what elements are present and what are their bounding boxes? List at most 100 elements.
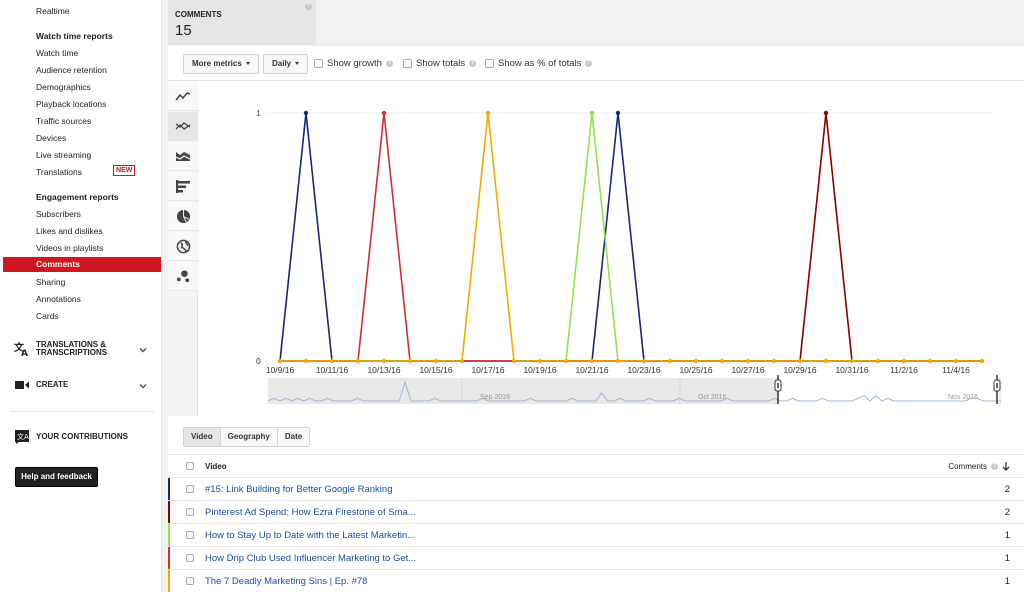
x-tick-label: 10/29/16	[783, 365, 816, 375]
data-point	[563, 358, 569, 364]
sidebar-item-watch-time[interactable]: Watch time	[36, 48, 78, 58]
data-point	[797, 358, 803, 364]
sidebar-header-engagement-reports[interactable]: Engagement reports	[36, 192, 119, 202]
data-point	[355, 358, 361, 364]
table-row: How Drip Club Used Influencer Marketing …	[168, 546, 1024, 569]
sidebar-item-likes-dislikes[interactable]: Likes and dislikes	[36, 226, 103, 236]
data-point	[277, 358, 283, 364]
sidebar-item-live-streaming[interactable]: Live streaming	[36, 150, 91, 160]
x-tick-label: 10/31/16	[835, 365, 868, 375]
sidebar-item-translations[interactable]: Translations	[36, 167, 82, 177]
help-and-feedback-button[interactable]: Help and feedback	[15, 467, 98, 487]
x-tick-label: 10/27/16	[731, 365, 764, 375]
row-checkbox[interactable]	[186, 485, 194, 493]
x-tick-label: 11/4/16	[942, 365, 970, 375]
x-tick-label: 10/13/16	[367, 365, 400, 375]
row-checkbox[interactable]	[186, 577, 194, 585]
comments-count: 2	[1004, 484, 1010, 495]
sidebar-item-cards[interactable]: Cards	[36, 311, 59, 321]
help-icon[interactable]: ?	[305, 3, 312, 10]
contributions-icon: 文A	[15, 430, 29, 444]
sidebar-item-annotations[interactable]: Annotations	[36, 294, 81, 304]
x-tick-label: 10/21/16	[575, 365, 608, 375]
section-your-contributions[interactable]: YOUR CONTRIBUTIONS	[36, 433, 128, 441]
section-translations-transcriptions[interactable]: TRANSLATIONS & TRANSCRIPTIONS	[36, 341, 107, 357]
row-checkbox[interactable]	[186, 531, 194, 539]
data-point	[329, 358, 335, 364]
video-title-link[interactable]: Pinterest Ad Spend: How Ezra Firestone o…	[205, 507, 416, 518]
data-point	[303, 358, 309, 364]
sidebar-item-demographics[interactable]: Demographics	[36, 82, 91, 92]
series-color-swatch	[168, 547, 170, 569]
tab-video[interactable]: Video	[184, 428, 221, 446]
data-point	[641, 358, 647, 364]
sidebar-item-subscribers[interactable]: Subscribers	[36, 209, 81, 219]
sidebar-item-audience-retention[interactable]: Audience retention	[36, 65, 107, 75]
video-title-link[interactable]: #15: Link Building for Better Google Ran…	[205, 484, 392, 495]
sidebar-item-realtime[interactable]: Realtime	[36, 6, 70, 16]
data-point	[667, 358, 673, 364]
column-header-video: Video	[205, 462, 227, 471]
x-tick-label: 10/11/16	[316, 365, 349, 375]
data-point	[303, 110, 309, 116]
tab-geography[interactable]: Geography	[220, 428, 278, 446]
series-color-swatch	[168, 524, 170, 546]
data-point	[719, 358, 725, 364]
video-title-link[interactable]: How to Stay Up to Date with the Latest M…	[205, 530, 415, 541]
sort-arrow-down-icon	[1002, 462, 1010, 471]
sidebar-item-traffic-sources[interactable]: Traffic sources	[36, 116, 91, 126]
chevron-down-icon[interactable]	[138, 345, 148, 355]
sidebar-header-watch-time-reports[interactable]: Watch time reports	[36, 31, 113, 41]
comments-count: 1	[1004, 530, 1010, 541]
series-color-swatch	[168, 478, 170, 500]
sidebar-item-comments[interactable]: Comments	[3, 257, 161, 272]
y-tick-label: 0	[256, 356, 261, 366]
table-row: Pinterest Ad Spend: How Ezra Firestone o…	[168, 500, 1024, 523]
metric-card-comments[interactable]: COMMENTS 15 ?	[168, 0, 316, 45]
data-point	[745, 358, 751, 364]
section-create[interactable]: CREATE	[36, 381, 68, 389]
x-tick-label: 10/25/16	[679, 365, 712, 375]
data-point	[511, 358, 517, 364]
video-title-link[interactable]: How Drip Club Used Influencer Marketing …	[205, 553, 416, 564]
data-point	[433, 358, 439, 364]
select-all-checkbox[interactable]	[186, 462, 194, 470]
sidebar-item-sharing[interactable]: Sharing	[36, 277, 65, 287]
x-tick-label: 10/17/16	[471, 365, 504, 375]
data-point	[849, 358, 855, 364]
metric-label: COMMENTS	[175, 10, 222, 19]
column-header-comments[interactable]: Comments ?	[948, 462, 1010, 471]
series-color-swatch	[168, 570, 170, 592]
svg-text:文A: 文A	[17, 432, 29, 441]
row-checkbox[interactable]	[186, 508, 194, 516]
chevron-down-icon[interactable]	[138, 381, 148, 391]
column-header-comments-label: Comments	[948, 462, 987, 471]
video-title-link[interactable]: The 7 Deadly Marketing Sins | Ep. #78	[205, 576, 367, 587]
sidebar-item-videos-in-playlists[interactable]: Videos in playlists	[36, 243, 103, 253]
data-point	[485, 110, 491, 116]
data-point	[381, 110, 387, 116]
sidebar-divider	[10, 411, 154, 412]
video-camera-icon	[15, 381, 29, 389]
analytics-page: Realtime Watch time reports Watch time A…	[0, 0, 1024, 592]
video-table: Video Comments ? #15: Link Building for …	[168, 454, 1024, 592]
translate-icon: 文 A	[14, 341, 28, 357]
table-row: #15: Link Building for Better Google Ran…	[168, 477, 1024, 500]
x-tick-label: 10/23/16	[627, 365, 660, 375]
navigator-month-label: Sep 2016	[480, 394, 510, 401]
sidebar-item-devices[interactable]: Devices	[36, 133, 66, 143]
sidebar-item-playback-locations[interactable]: Playback locations	[36, 99, 106, 109]
comments-count: 2	[1004, 507, 1010, 518]
data-point	[771, 358, 777, 364]
sidebar: Realtime Watch time reports Watch time A…	[0, 0, 162, 592]
data-point	[589, 110, 595, 116]
data-point	[615, 358, 621, 364]
data-point	[823, 358, 829, 364]
x-tick-label: 10/9/16	[266, 365, 295, 375]
line-chart: 0 1 10/9/16 10/11/16 10/13/16 10/15/16 10/17/1…	[256, 108, 1001, 404]
row-checkbox[interactable]	[186, 554, 194, 562]
help-icon[interactable]: ?	[991, 463, 998, 470]
tab-date[interactable]: Date	[277, 428, 310, 446]
series-line	[279, 112, 982, 362]
data-point	[537, 358, 543, 364]
